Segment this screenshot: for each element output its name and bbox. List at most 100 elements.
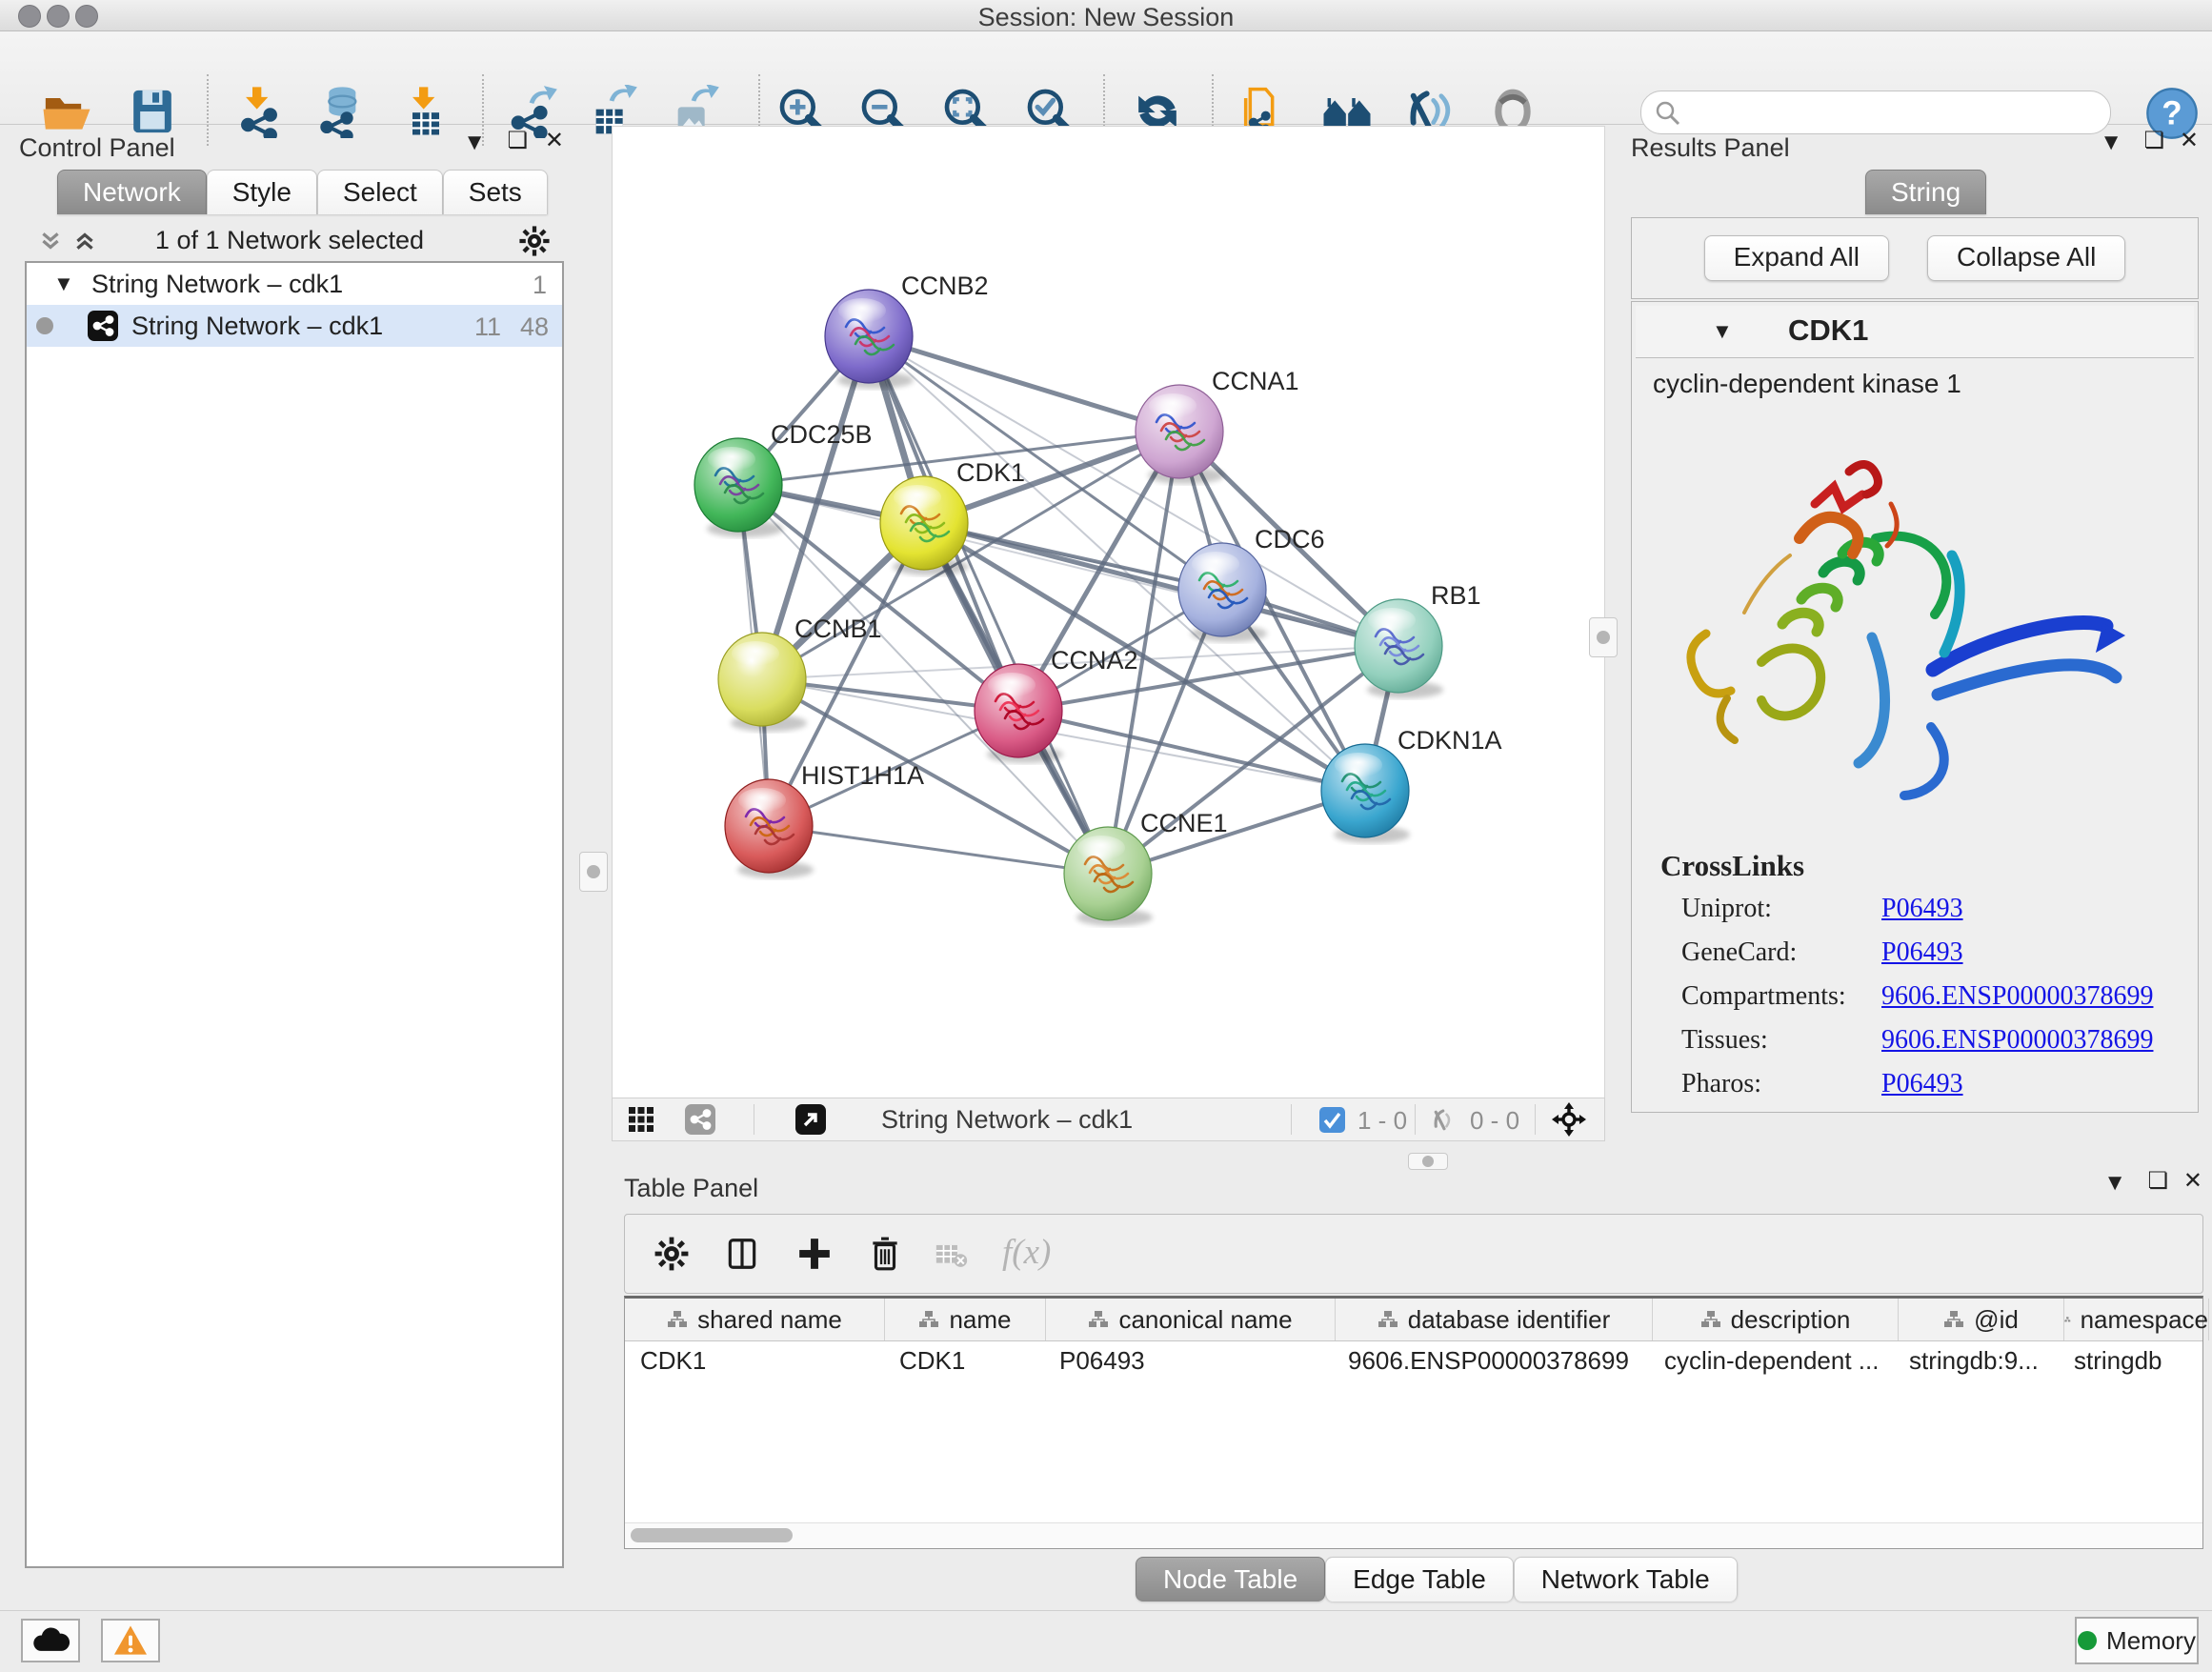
cloud-button[interactable] bbox=[21, 1619, 80, 1662]
network-tree-child-row[interactable]: String Network – cdk1 11 48 bbox=[27, 305, 562, 347]
network-tree-root-row[interactable]: ▼ String Network – cdk1 1 bbox=[27, 263, 562, 305]
protein-structure-image bbox=[1647, 413, 2181, 832]
network-node-CDK1[interactable]: CDK1 bbox=[880, 458, 1025, 575]
collapse-all-button[interactable]: Collapse All bbox=[1927, 235, 2125, 281]
results-panel-close-icon[interactable]: ✕ bbox=[2180, 130, 2199, 152]
table-panel-collapse-icon[interactable]: ▼ bbox=[2103, 1172, 2126, 1195]
birdseye-view-icon[interactable] bbox=[795, 1104, 826, 1135]
entry-header[interactable]: ▼ CDK1 bbox=[1636, 306, 2194, 358]
network-node-CCNB1[interactable]: CCNB1 bbox=[718, 614, 882, 732]
column-header-name[interactable]: name bbox=[885, 1299, 1046, 1340]
table-cell: P06493 bbox=[1044, 1341, 1333, 1380]
tab-edge-table[interactable]: Edge Table bbox=[1325, 1557, 1514, 1601]
network-options-gear-icon[interactable] bbox=[518, 225, 551, 257]
add-column-icon[interactable] bbox=[724, 1236, 760, 1272]
selected-checkbox-icon[interactable] bbox=[1319, 1107, 1345, 1133]
memory-label: Memory bbox=[2106, 1626, 2196, 1656]
network-selected-status: 1 of 1 Network selected bbox=[25, 226, 554, 255]
pan-crosshair-icon[interactable] bbox=[1552, 1102, 1586, 1137]
table-panel-float-icon[interactable]: ❏ bbox=[2147, 1170, 2168, 1193]
network-collection-label: String Network – cdk1 bbox=[91, 270, 343, 299]
tab-sets[interactable]: Sets bbox=[443, 170, 548, 214]
grid-view-icon[interactable] bbox=[628, 1106, 654, 1133]
network-edge[interactable] bbox=[769, 826, 1108, 874]
tab-network-table[interactable]: Network Table bbox=[1514, 1557, 1738, 1601]
table-horizontal-scrollbar[interactable] bbox=[625, 1522, 2202, 1548]
network-status-dot bbox=[36, 317, 53, 334]
warning-icon bbox=[112, 1624, 149, 1657]
network-canvas[interactable]: CCNB2CCNA1CDC25BCDK1CDC6RB1CCNB1CCNA2CDK… bbox=[612, 126, 1605, 1099]
tab-style[interactable]: Style bbox=[207, 170, 317, 214]
crosslink-pharos-link[interactable]: P06493 bbox=[1881, 1069, 1963, 1099]
network-node-RB1[interactable]: RB1 bbox=[1355, 581, 1481, 698]
tree-expander-icon[interactable]: ▼ bbox=[53, 272, 74, 296]
results-panel-title: Results Panel bbox=[1631, 133, 1790, 163]
expand-all-button[interactable]: Expand All bbox=[1704, 235, 1889, 281]
separator bbox=[1291, 1104, 1292, 1135]
add-row-icon[interactable] bbox=[796, 1236, 833, 1272]
control-panel-title: Control Panel bbox=[19, 133, 175, 163]
cloud-icon bbox=[31, 1626, 70, 1655]
delete-icon[interactable] bbox=[867, 1236, 903, 1272]
tab-network[interactable]: Network bbox=[57, 170, 207, 214]
scrollbar-thumb[interactable] bbox=[631, 1528, 793, 1542]
table-cell: stringdb:9... bbox=[1894, 1341, 2059, 1380]
control-panel-collapse-icon[interactable]: ▼ bbox=[463, 131, 486, 154]
column-header-shared-name[interactable]: shared name bbox=[625, 1299, 885, 1340]
column-header-namespace[interactable]: namespace bbox=[2064, 1299, 2209, 1340]
crosslink-label: Compartments: bbox=[1660, 981, 1881, 1012]
network-node-CDKN1A[interactable]: CDKN1A bbox=[1321, 726, 1502, 843]
network-edge[interactable] bbox=[869, 336, 1179, 432]
left-splitter-handle[interactable] bbox=[579, 852, 608, 892]
crosslink-tissues-link[interactable]: 9606.ENSP00000378699 bbox=[1881, 1025, 2153, 1056]
crosslink-label: GeneCard: bbox=[1660, 937, 1881, 968]
search-input[interactable] bbox=[1689, 95, 2093, 130]
column-header-canonical-name[interactable]: canonical name bbox=[1046, 1299, 1336, 1340]
node-label: RB1 bbox=[1431, 581, 1481, 610]
hidden-eye-icon bbox=[1430, 1106, 1458, 1135]
title-bar: Session: New Session bbox=[0, 0, 2212, 31]
table-cell: CDK1 bbox=[625, 1341, 884, 1380]
network-node-HIST1H1A[interactable]: HIST1H1A bbox=[725, 761, 924, 878]
network-graph[interactable]: CCNB2CCNA1CDC25BCDK1CDC6RB1CCNB1CCNA2CDK… bbox=[613, 127, 1604, 1098]
results-panel-collapse-icon[interactable]: ▼ bbox=[2100, 131, 2122, 154]
left-splitter[interactable] bbox=[575, 126, 587, 1139]
crosslinks-title: CrossLinks bbox=[1660, 849, 1804, 883]
network-node-CDC6[interactable]: CDC6 bbox=[1178, 525, 1325, 642]
network-share-icon[interactable] bbox=[685, 1104, 715, 1135]
table-cell: CDK1 bbox=[884, 1341, 1044, 1380]
function-builder-icon-disabled: f(x) bbox=[1002, 1232, 1051, 1273]
table-gear-icon[interactable] bbox=[654, 1236, 690, 1272]
crosslink-uniprot-link[interactable]: P06493 bbox=[1881, 894, 1963, 924]
network-edge[interactable] bbox=[1018, 711, 1365, 791]
node-label: CDKN1A bbox=[1398, 726, 1502, 755]
control-panel-float-icon[interactable]: ❏ bbox=[507, 130, 528, 152]
tab-string[interactable]: String bbox=[1865, 170, 1986, 214]
results-panel-float-icon[interactable]: ❏ bbox=[2143, 130, 2164, 152]
tab-select[interactable]: Select bbox=[317, 170, 443, 214]
column-header-description[interactable]: description bbox=[1653, 1299, 1899, 1340]
network-edge[interactable] bbox=[869, 336, 1108, 874]
table-panel: Table Panel ▼ ❏ ✕ bbox=[612, 1151, 2212, 1614]
node-count: 11 bbox=[474, 312, 501, 342]
crosslink-compartments-link[interactable]: 9606.ENSP00000378699 bbox=[1881, 981, 2153, 1012]
table-toolbar: f(x) bbox=[624, 1214, 2203, 1294]
memory-button[interactable]: Memory bbox=[2075, 1617, 2199, 1664]
crosslink-genecard-link[interactable]: P06493 bbox=[1881, 937, 1963, 968]
table-panel-close-icon[interactable]: ✕ bbox=[2183, 1170, 2202, 1193]
tab-node-table[interactable]: Node Table bbox=[1136, 1557, 1325, 1601]
right-splitter-handle[interactable] bbox=[1589, 617, 1618, 657]
column-header--id[interactable]: @id bbox=[1899, 1299, 2064, 1340]
warning-button[interactable] bbox=[101, 1619, 160, 1662]
network-type-icon bbox=[88, 311, 118, 341]
control-panel-close-icon[interactable]: ✕ bbox=[545, 130, 564, 152]
node-label: CCNE1 bbox=[1140, 809, 1228, 837]
hidden-count-label: 0 - 0 bbox=[1470, 1106, 1519, 1136]
column-header-database-identifier[interactable]: database identifier bbox=[1336, 1299, 1653, 1340]
memory-status-dot bbox=[2078, 1631, 2097, 1650]
network-name-label: String Network – cdk1 bbox=[131, 312, 383, 341]
entry-collapse-icon[interactable]: ▼ bbox=[1712, 319, 1733, 344]
network-node-CCNE1[interactable]: CCNE1 bbox=[1064, 809, 1228, 926]
table-row[interactable]: CDK1CDK1P064939606.ENSP00000378699cyclin… bbox=[625, 1341, 2202, 1380]
table-panel-title: Table Panel bbox=[624, 1174, 758, 1203]
